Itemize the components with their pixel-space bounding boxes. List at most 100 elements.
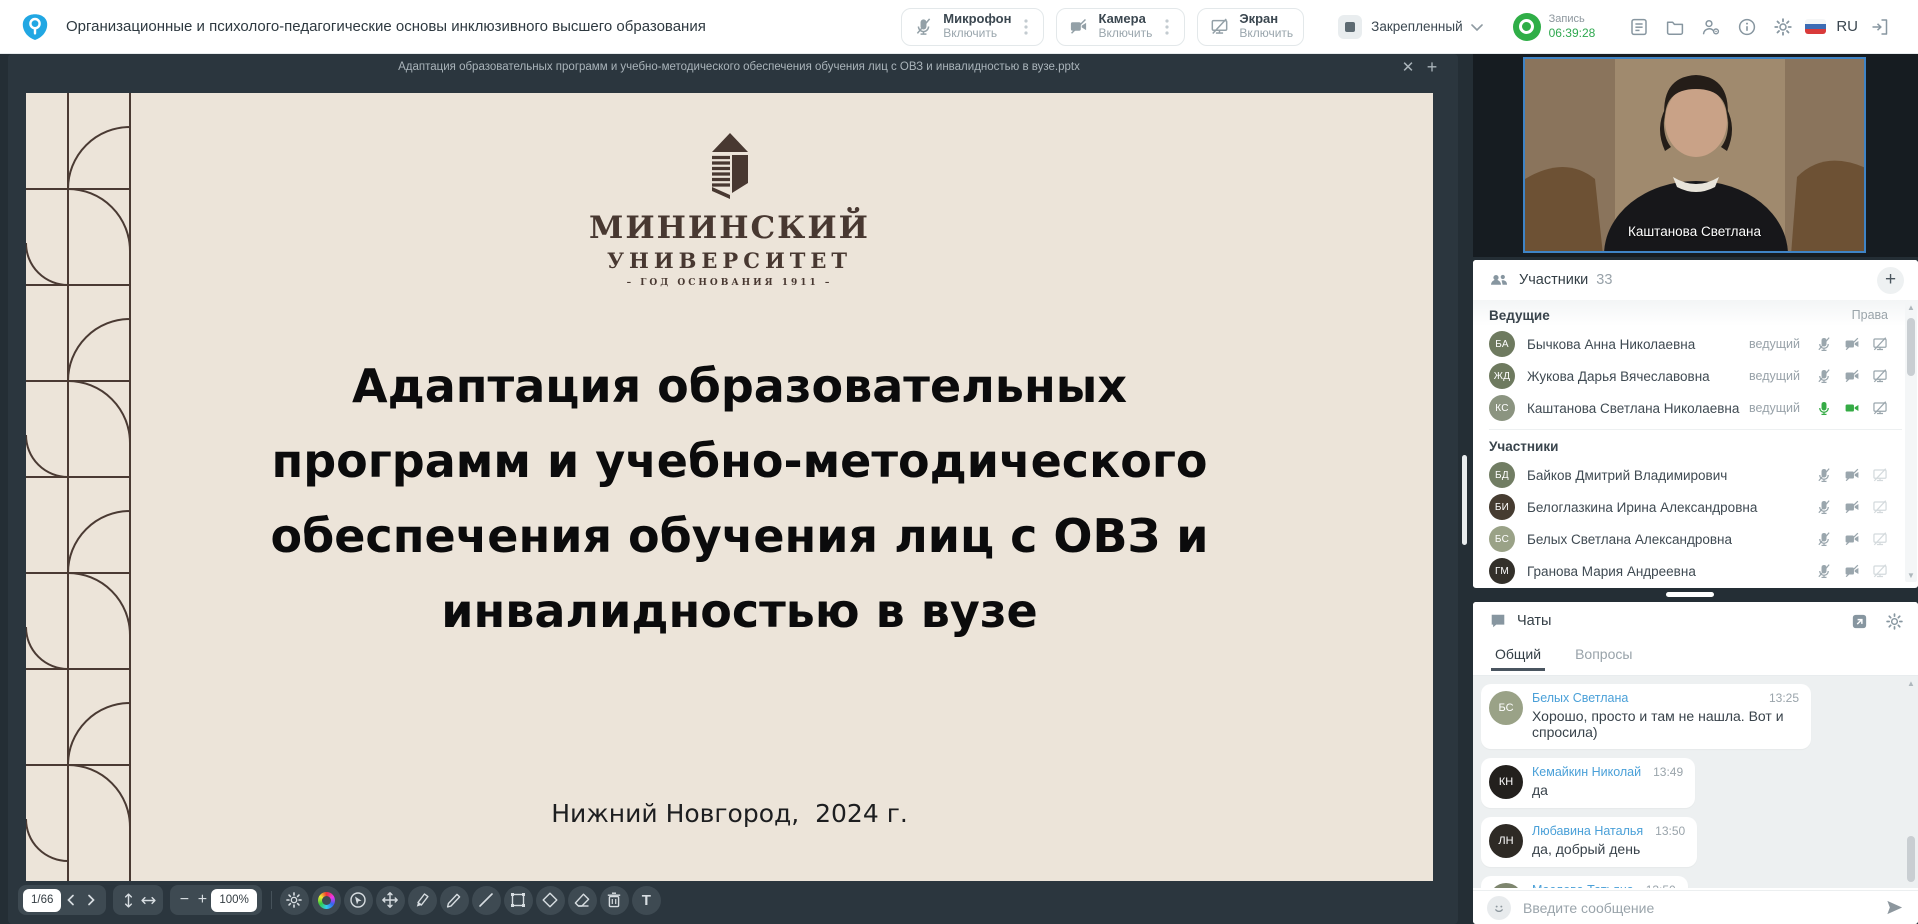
screen-status-icon[interactable] [1871,499,1888,516]
chat-message[interactable]: МТ Маслова Татьяна 13:50 Да [1481,876,1688,888]
mic-status-icon[interactable] [1815,368,1832,385]
frame-tool-button[interactable] [504,886,533,915]
user-settings-button[interactable] [1693,9,1729,45]
camera-status-icon[interactable] [1843,400,1860,417]
next-slide-button[interactable] [81,894,101,906]
camera-status-icon[interactable] [1843,499,1860,516]
screen-status-icon[interactable] [1871,531,1888,548]
recording-indicator[interactable]: Запись 06:39:28 [1513,13,1596,41]
event-title: Организационные и психолого-педагогическ… [66,18,706,35]
screen-status-icon[interactable] [1871,563,1888,580]
screen-status-icon[interactable] [1871,400,1888,417]
send-message-button[interactable] [1885,898,1904,917]
scroll-down-icon[interactable]: ▼ [1905,570,1917,582]
notes-button[interactable] [1621,9,1657,45]
marker-tool-button[interactable] [408,886,437,915]
participant-row[interactable]: БА Бычкова Анна Николаевна ведущий [1489,328,1902,360]
screen-status-icon[interactable] [1871,467,1888,484]
add-participant-button[interactable]: + [1877,267,1904,294]
info-button[interactable] [1729,9,1765,45]
scroll-up-icon[interactable]: ▲ [1905,678,1917,690]
chat-message[interactable]: ЛН Любавина Наталья 13:50 да, добрый ден… [1481,817,1697,867]
fit-width-button[interactable] [138,892,158,909]
tab-questions[interactable]: Вопросы [1575,646,1632,671]
language-code[interactable]: RU [1836,18,1858,35]
microphone-button[interactable]: Микрофон Включить [901,8,1044,46]
chat-scrollbar[interactable]: ▲ [1905,678,1917,886]
camera-status-icon[interactable] [1843,368,1860,385]
participant-row[interactable]: ГМ Гранова Мария Андреевна [1489,555,1902,587]
participant-name: Гранова Мария Андреевна [1527,564,1696,579]
tab-general-chat[interactable]: Общий [1495,646,1541,671]
screen-status-icon[interactable] [1871,336,1888,353]
camera-label: Камера [1098,12,1152,27]
chat-settings-button[interactable] [1885,612,1904,631]
laser-pointer-button[interactable] [344,886,373,915]
leave-button[interactable] [1862,9,1898,45]
shape-tool-button[interactable] [536,886,565,915]
mic-menu-kebab-icon[interactable] [1019,19,1033,35]
camera-menu-kebab-icon[interactable] [1160,19,1174,35]
annotation-settings-button[interactable] [280,886,309,915]
participants-scrollbar[interactable]: ▲ ▼ [1905,302,1917,582]
screen-off-icon [1206,14,1232,40]
zoom-out-button[interactable]: − [175,891,193,909]
document-tab-title[interactable]: Адаптация образовательных программ и уче… [22,61,1396,73]
zoom-level[interactable]: 100% [211,889,256,912]
screen-action: Включить [1239,27,1293,41]
chat-message[interactable]: БС Белых Светлана 13:25 Хорошо, просто и… [1481,684,1811,749]
top-bar: Организационные и психолого-педагогическ… [0,0,1918,54]
chat-message-input[interactable] [1523,900,1885,916]
participant-row[interactable]: БС Белых Светлана Александровна [1489,523,1902,555]
mic-status-icon[interactable] [1815,563,1832,580]
panel-resize-handle-vertical[interactable] [1462,455,1467,545]
add-document-icon[interactable]: + [1420,57,1444,78]
avatar: ГМ [1489,558,1515,584]
text-tool-button[interactable]: T [632,886,661,915]
page-nav-group: 1/66 [18,885,106,915]
chat-message[interactable]: КН Кемайкин Николай 13:49 да [1481,758,1695,808]
chat-popout-button[interactable] [1850,612,1869,631]
camera-button[interactable]: Камера Включить [1056,8,1185,46]
camera-status-icon[interactable] [1843,467,1860,484]
page-indicator[interactable]: 1/66 [23,889,61,912]
screen-share-button[interactable]: Экран Включить [1197,8,1304,46]
settings-button[interactable] [1765,9,1801,45]
participant-row[interactable]: КС Каштанова Светлана Николаевна ведущий [1489,392,1902,424]
emoji-button[interactable] [1487,896,1511,920]
eraser-tool-button[interactable] [568,886,597,915]
screen-status-icon[interactable] [1871,368,1888,385]
participant-row[interactable]: ЖД Жукова Дарья Вячеславовна ведущий [1489,360,1902,392]
slide[interactable]: МИНИНСКИЙ УНИВЕРСИТЕТ – ГОД ОСНОВАНИЯ 19… [26,93,1433,881]
mic-status-icon[interactable] [1815,336,1832,353]
mic-status-icon[interactable] [1815,400,1832,417]
files-button[interactable] [1657,9,1693,45]
chat-messages[interactable]: БС Белых Светлана 13:25 Хорошо, просто и… [1473,676,1918,888]
camera-status-icon[interactable] [1843,336,1860,353]
mic-status-icon[interactable] [1815,499,1832,516]
zoom-in-button[interactable]: + [193,891,211,909]
mic-status-icon[interactable] [1815,531,1832,548]
message-author: Белых Светлана [1532,691,1628,705]
mic-status-icon[interactable] [1815,467,1832,484]
camera-status-icon[interactable] [1843,531,1860,548]
participants-panel: Участники 33 + Ведущие Права БА Бычкова … [1473,260,1918,588]
layout-selector[interactable]: Закрепленный [1338,15,1482,39]
close-document-icon[interactable]: ✕ [1396,58,1420,76]
speaker-video[interactable]: Каштанова Светлана [1523,57,1866,253]
line-tool-button[interactable] [472,886,501,915]
speaker-name-label: Каштанова Светлана [1525,224,1864,239]
scroll-up-icon[interactable]: ▲ [1905,302,1917,314]
camera-status-icon[interactable] [1843,563,1860,580]
participant-row[interactable]: БД Байков Дмитрий Владимирович [1489,459,1902,491]
layout-label: Закрепленный [1371,19,1462,34]
panel-resize-handle-horizontal[interactable] [1666,592,1714,597]
fit-height-button[interactable] [118,892,138,909]
color-picker-button[interactable] [312,886,341,915]
participant-row[interactable]: БИ Белоглазкина Ирина Александровна [1489,491,1902,523]
pencil-tool-button[interactable] [440,886,469,915]
move-tool-button[interactable] [376,886,405,915]
language-flag-icon[interactable] [1801,9,1829,45]
delete-annotations-button[interactable] [600,886,629,915]
prev-slide-button[interactable] [61,894,81,906]
